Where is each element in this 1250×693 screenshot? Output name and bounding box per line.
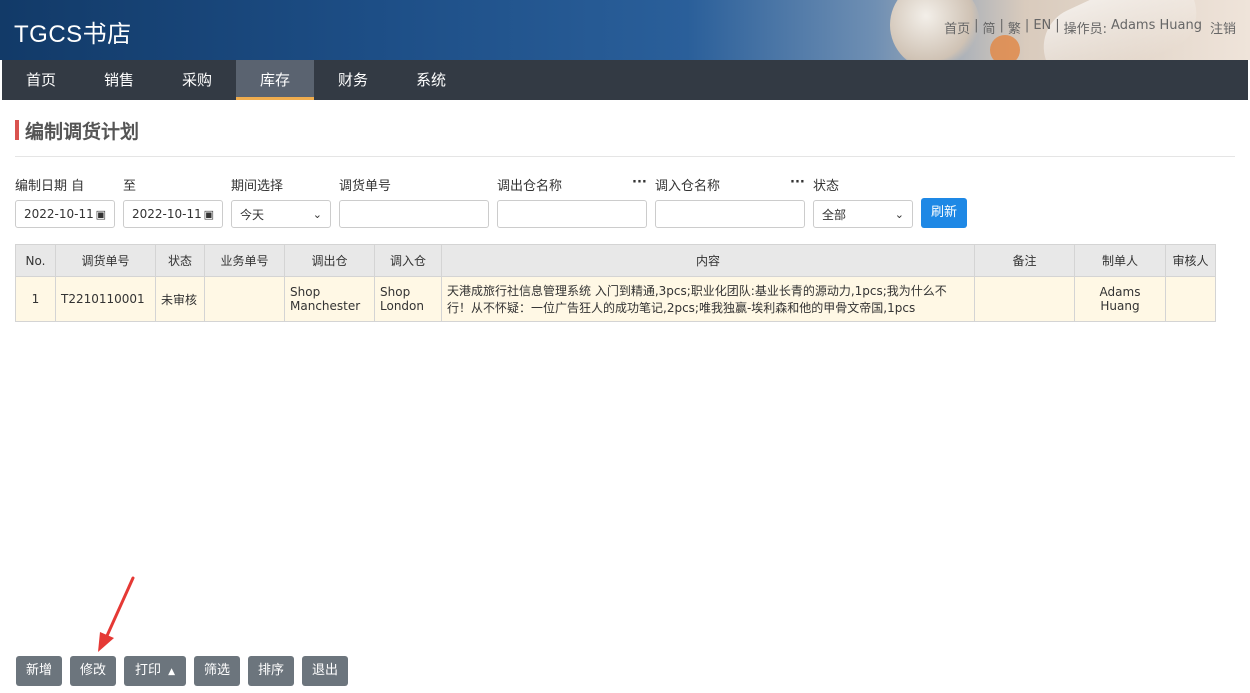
separator: |	[1024, 18, 1030, 33]
calendar-icon: ▣	[95, 207, 106, 221]
cell-creator: Adams Huang	[1074, 276, 1166, 322]
in-store-picker-icon[interactable]: ···	[790, 175, 805, 190]
operator-name: Adams Huang	[1111, 18, 1202, 33]
title-accent-bar	[15, 120, 19, 140]
col-header-content[interactable]: 内容	[441, 244, 975, 277]
nav-home[interactable]: 首页	[2, 60, 80, 100]
status-value: 全部	[822, 207, 847, 222]
top-links: 首页 | 简 | 繁 | EN | 操作员: Adams Huang 注销	[944, 18, 1236, 37]
simplified-chinese-link[interactable]: 简	[983, 18, 996, 37]
col-header-remark[interactable]: 备注	[974, 244, 1075, 277]
cell-order-no: T2210110001	[55, 276, 156, 322]
nav-purchase[interactable]: 采购	[158, 60, 236, 100]
nav-sales[interactable]: 销售	[80, 60, 158, 100]
annotation-arrow-icon	[98, 576, 135, 652]
cell-in-store: Shop London	[374, 276, 442, 322]
date-from-label: 编制日期 自	[15, 179, 85, 194]
transfer-plan-table: No. 调货单号 状态 业务单号 调出仓 调入仓 内容 备注 制单人 审核人 1…	[15, 244, 1216, 322]
table-row[interactable]: 1 T2210110001 未审核 Shop Manchester Shop L…	[15, 276, 1216, 322]
caret-up-icon: ▲	[168, 667, 176, 677]
chevron-down-icon: ⌄	[312, 207, 322, 221]
nav-system[interactable]: 系统	[392, 60, 470, 100]
order-no-input[interactable]	[339, 200, 489, 228]
out-store-picker-icon[interactable]: ···	[632, 175, 647, 190]
header-decoration	[990, 35, 1020, 60]
app-logo: TGCS书店	[14, 21, 132, 48]
col-header-creator[interactable]: 制单人	[1074, 244, 1166, 277]
col-header-order-no[interactable]: 调货单号	[55, 244, 156, 277]
home-link[interactable]: 首页	[944, 18, 970, 37]
traditional-chinese-link[interactable]: 繁	[1008, 18, 1021, 37]
separator: |	[1055, 18, 1060, 33]
table-header-row: No. 调货单号 状态 业务单号 调出仓 调入仓 内容 备注 制单人 审核人	[15, 244, 1216, 277]
main-nav: 首页 销售 采购 库存 财务 系统	[2, 60, 1248, 100]
refresh-button[interactable]: 刷新	[921, 198, 967, 228]
cell-biz-no	[204, 276, 285, 322]
logout-link[interactable]: 注销	[1210, 18, 1236, 37]
cell-status: 未审核	[155, 276, 205, 322]
cell-remark	[974, 276, 1075, 322]
col-header-in-store[interactable]: 调入仓	[374, 244, 442, 277]
period-select[interactable]: 今天 ⌄	[231, 200, 331, 228]
page-title-text: 编制调货计划	[25, 120, 140, 143]
order-no-label: 调货单号	[339, 179, 392, 194]
period-label: 期间选择	[231, 179, 284, 194]
in-store-input[interactable]	[655, 200, 805, 228]
in-store-label: 调入仓名称	[655, 179, 721, 194]
col-header-out-store[interactable]: 调出仓	[284, 244, 375, 277]
exit-button[interactable]: 退出	[302, 656, 348, 686]
cell-out-store: Shop Manchester	[284, 276, 375, 322]
cell-auditor	[1165, 276, 1216, 322]
col-header-biz-no[interactable]: 业务单号	[204, 244, 285, 277]
sort-button[interactable]: 排序	[248, 656, 294, 686]
chevron-down-icon: ⌄	[894, 207, 904, 221]
nav-inventory[interactable]: 库存	[236, 60, 314, 100]
period-value: 今天	[240, 207, 265, 222]
operator-label: 操作员:	[1063, 22, 1108, 37]
date-from-input[interactable]: 2022-10-11 ▣	[15, 200, 115, 228]
app-header: TGCS书店 首页 | 简 | 繁 | EN | 操作员: Adams Huan…	[0, 0, 1250, 60]
cell-no: 1	[15, 276, 56, 322]
cell-content: 天港成旅行社信息管理系统 入门到精通,3pcs;职业化团队:基业长青的源动力,1…	[441, 276, 975, 322]
english-link[interactable]: EN	[1033, 18, 1051, 37]
status-select[interactable]: 全部 ⌄	[813, 200, 913, 228]
separator: |	[974, 18, 979, 33]
col-header-no[interactable]: No.	[15, 244, 56, 277]
out-store-label: 调出仓名称	[497, 179, 563, 194]
print-button[interactable]: 打印 ▲	[124, 656, 186, 686]
col-header-status[interactable]: 状态	[155, 244, 205, 277]
add-button[interactable]: 新增	[16, 656, 62, 686]
date-from-value: 2022-10-11	[24, 207, 94, 221]
separator: |	[999, 18, 1004, 33]
date-to-input[interactable]: 2022-10-11 ▣	[123, 200, 223, 228]
status-label: 状态	[813, 179, 840, 194]
page-title: 编制调货计划	[15, 118, 140, 143]
calendar-icon: ▣	[203, 207, 214, 221]
print-button-label: 打印	[134, 663, 161, 678]
edit-button[interactable]: 修改	[70, 656, 116, 686]
date-to-label: 至	[123, 179, 137, 194]
col-header-auditor[interactable]: 审核人	[1165, 244, 1216, 277]
out-store-input[interactable]	[497, 200, 647, 228]
filter-button[interactable]: 筛选	[194, 656, 240, 686]
nav-finance[interactable]: 财务	[314, 60, 392, 100]
divider	[15, 156, 1235, 157]
date-to-value: 2022-10-11	[132, 207, 202, 221]
